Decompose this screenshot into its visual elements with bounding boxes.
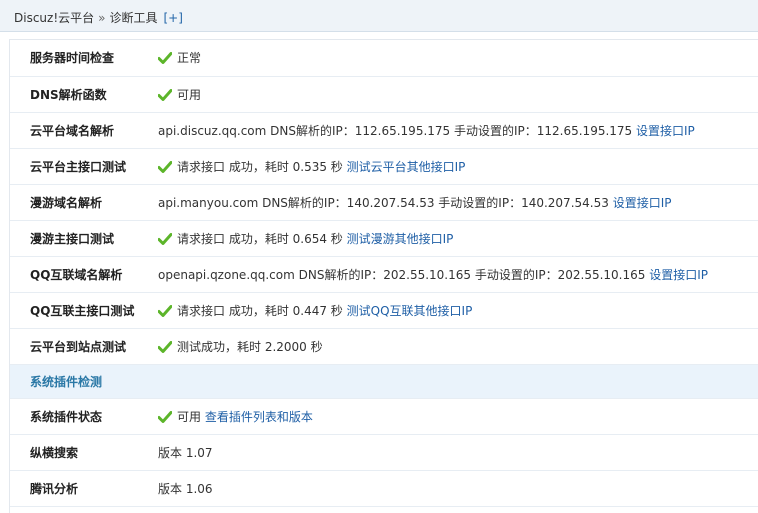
row-value-cell: 请求接口 成功，耗时 0.535 秒 测试云平台其他接口IP xyxy=(158,148,758,185)
row-value-cell: api.discuz.qq.com DNS解析的IP：112.65.195.17… xyxy=(158,112,758,149)
row-label: 云平台域名解析 xyxy=(10,112,158,149)
row-action-link[interactable]: 测试漫游其他接口IP xyxy=(347,232,454,246)
row-action-link[interactable]: 测试QQ互联其他接口IP xyxy=(347,304,473,318)
row-value-cell: 测试成功，耗时 2.2000 秒 xyxy=(158,328,758,365)
row-value: 可用 xyxy=(177,409,202,424)
row-value: 版本 1.07 xyxy=(158,445,213,460)
table-row: QQ互联域名解析 openapi.qzone.qq.com DNS解析的IP：20… xyxy=(10,256,758,293)
breadcrumb-root[interactable]: Discuz!云平台 xyxy=(14,11,94,25)
row-value-cell: openapi.qzone.qq.com DNS解析的IP：202.55.10.… xyxy=(158,256,758,293)
table-row: 云平台主接口测试 请求接口 成功，耗时 0.535 秒 测试云平台其他接口IP xyxy=(10,148,758,185)
row-value-cell: 可用 xyxy=(158,76,758,113)
row-label: QQ互联主接口测试 xyxy=(10,292,158,329)
section-title: 系统插件检测 xyxy=(10,364,758,399)
table-row: 漫游主接口测试 请求接口 成功，耗时 0.654 秒 测试漫游其他接口IP xyxy=(10,220,758,257)
row-label: 服务器时间检查 xyxy=(10,40,158,77)
row-value-cell: 请求接口 成功，耗时 0.654 秒 测试漫游其他接口IP xyxy=(158,220,758,257)
diagnostic-panel: 服务器时间检查 正常 DNS解析函数 可用 云平台域名解析 api.discuz.qq.c… xyxy=(9,39,758,513)
table-row: 云平台域名解析 api.discuz.qq.com DNS解析的IP：112.65… xyxy=(10,112,758,149)
check-icon xyxy=(158,160,172,173)
row-action-link[interactable]: 查看插件列表和版本 xyxy=(205,410,313,424)
row-value-cell: 可用 查看插件列表和版本 xyxy=(158,398,758,435)
table-row: QQ互联主接口测试 请求接口 成功，耗时 0.447 秒 测试QQ互联其他接口IP xyxy=(10,292,758,329)
row-value-cell: 请求接口 成功，耗时 0.447 秒 测试QQ互联其他接口IP xyxy=(158,292,758,329)
row-action-link[interactable]: 设置接口IP xyxy=(636,124,695,138)
table-row: 纵横搜索 版本 1.07 xyxy=(10,434,758,471)
row-label: DNS解析函数 xyxy=(10,76,158,113)
check-icon xyxy=(158,340,172,353)
table-row: DNS解析函数 可用 xyxy=(10,76,758,113)
row-value: 正常 xyxy=(177,51,202,66)
row-value: api.discuz.qq.com DNS解析的IP：112.65.195.17… xyxy=(158,123,633,138)
row-label: 腾讯分析 xyxy=(10,470,158,507)
table-row: 云平台到站点测试 测试成功，耗时 2.2000 秒 xyxy=(10,328,758,365)
row-value: api.manyou.com DNS解析的IP：140.207.54.53 手动… xyxy=(158,195,609,210)
row-value: 测试成功，耗时 2.2000 秒 xyxy=(177,339,323,354)
table-row: 系统插件状态 可用 查看插件列表和版本 xyxy=(10,398,758,435)
row-action-link[interactable]: 设置接口IP xyxy=(649,268,708,282)
table-row: 腾讯分析 版本 1.06 xyxy=(10,470,758,507)
row-value: 可用 xyxy=(177,87,202,102)
row-value: openapi.qzone.qq.com DNS解析的IP：202.55.10.… xyxy=(158,267,646,282)
row-action-link[interactable]: 设置接口IP xyxy=(613,196,672,210)
row-label: 云平台主接口测试 xyxy=(10,148,158,185)
row-action-link[interactable]: 测试云平台其他接口IP xyxy=(347,160,466,174)
diagnostic-table: 服务器时间检查 正常 DNS解析函数 可用 云平台域名解析 api.discuz.qq.c… xyxy=(10,40,758,507)
row-value-cell: api.manyou.com DNS解析的IP：140.207.54.53 手动… xyxy=(158,184,758,221)
row-label: 漫游域名解析 xyxy=(10,184,158,221)
row-value: 请求接口 成功，耗时 0.654 秒 xyxy=(177,231,343,246)
check-icon xyxy=(158,88,172,101)
row-value-cell: 正常 xyxy=(158,40,758,77)
row-value: 请求接口 成功，耗时 0.447 秒 xyxy=(177,303,343,318)
check-icon xyxy=(158,304,172,317)
check-icon xyxy=(158,52,172,65)
check-icon xyxy=(158,410,172,423)
table-row: 服务器时间检查 正常 xyxy=(10,40,758,77)
expand-toggle[interactable]: [+] xyxy=(164,11,183,25)
check-icon xyxy=(158,232,172,245)
section-header-row: 系统插件检测 xyxy=(10,364,758,399)
row-value-cell: 版本 1.06 xyxy=(158,470,758,507)
breadcrumb-current: 诊断工具 xyxy=(109,11,158,25)
row-value: 版本 1.06 xyxy=(158,481,213,496)
row-label: 漫游主接口测试 xyxy=(10,220,158,257)
breadcrumb-separator: » xyxy=(98,11,106,25)
row-label: 纵横搜索 xyxy=(10,434,158,471)
table-row: 漫游域名解析 api.manyou.com DNS解析的IP：140.207.54… xyxy=(10,184,758,221)
row-label: QQ互联域名解析 xyxy=(10,256,158,293)
row-value-cell: 版本 1.07 xyxy=(158,434,758,471)
row-label: 云平台到站点测试 xyxy=(10,328,158,365)
row-label: 系统插件状态 xyxy=(10,398,158,435)
row-value: 请求接口 成功，耗时 0.535 秒 xyxy=(177,159,343,174)
top-bar: Discuz!云平台 » 诊断工具 [+] xyxy=(0,0,758,32)
breadcrumb: Discuz!云平台 » 诊断工具 [+] xyxy=(14,9,183,26)
